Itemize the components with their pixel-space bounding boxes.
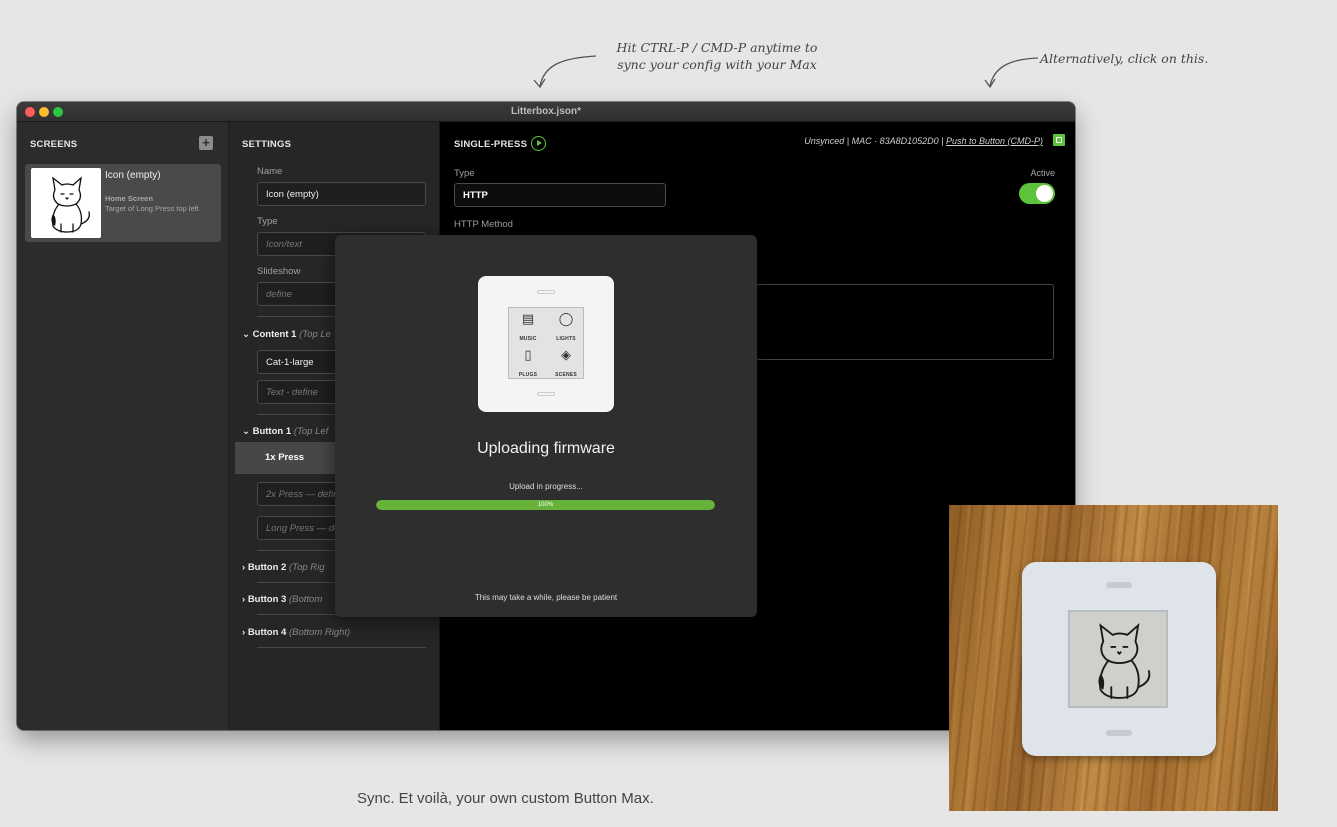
lights-tile: ◯ LIGHTS (547, 308, 585, 344)
hotkey-annotation-line2: sync your config with your Max (617, 56, 817, 72)
lights-tile-label: LIGHTS (556, 336, 576, 342)
button-2-label: Button 2 (247, 562, 287, 573)
slideshow-label: Slideshow (257, 266, 301, 277)
title-bar: Litterbox.json* (17, 102, 1075, 122)
plus-icon: + (202, 135, 210, 150)
chevron-down-icon: ⌄ (242, 329, 250, 340)
device-illustration: ▤ MUSIC ◯ LIGHTS ▯ PLUGS ◈ SCENES (478, 276, 614, 412)
caption: Sync. Et voilà, your own custom Button M… (357, 790, 654, 807)
settings-header: SETTINGS (242, 139, 292, 150)
screen-detail: Target of Long Press top left (105, 204, 199, 213)
action-type-field[interactable]: HTTP (454, 183, 666, 207)
device-slot (1106, 730, 1132, 736)
device-slot (537, 392, 555, 396)
action-type-label: Type (454, 168, 475, 179)
music-tile-label: MUSIC (519, 336, 537, 342)
add-screen-button[interactable]: + (199, 136, 213, 150)
button-2-group[interactable]: › Button 2 (Top Rig (242, 562, 325, 573)
hotkey-annotation-line1: Hit CTRL-P / CMD-P anytime to (616, 40, 818, 55)
play-icon[interactable] (531, 136, 546, 151)
device-slot (1106, 582, 1132, 588)
button-4-group[interactable]: › Button 4 (Bottom Right) (242, 627, 350, 638)
annotation-arrow-icon (533, 55, 597, 89)
upload-progress-fill: 100% (376, 500, 715, 510)
screens-panel: SCREENS + Icon (empty) Home Screen Targe… (17, 122, 229, 730)
screens-header: SCREENS (30, 139, 78, 150)
chevron-right-icon: › (242, 594, 246, 605)
button-max-device (1022, 562, 1216, 756)
dialog-title: Uploading firmware (477, 440, 615, 457)
device-slot (537, 290, 555, 294)
button-3-group[interactable]: › Button 3 (Bottom (242, 594, 322, 605)
screen-subtitle: Home Screen (105, 194, 153, 203)
button-3-hint: (Bottom (288, 594, 323, 605)
plug-icon: ▯ (524, 347, 532, 362)
sync-icon[interactable] (1053, 134, 1065, 146)
button-4-hint: (Bottom Right) (288, 627, 351, 638)
action-header: SINGLE-PRESS (454, 139, 528, 150)
chevron-right-icon: › (242, 627, 246, 638)
content-1-hint: (Top Le (299, 329, 331, 340)
sync-status: Unsynced | MAC · 83A8D1052D0 | Push to B… (804, 136, 1043, 146)
button-1-label: Button 1 (252, 426, 292, 437)
screen-name: Icon (empty) (105, 170, 161, 181)
active-label: Active (1030, 168, 1055, 178)
cat-drawing-icon (1098, 622, 1151, 699)
music-tile: ▤ MUSIC (509, 308, 547, 344)
device-photo (949, 505, 1278, 811)
device-screen: ▤ MUSIC ◯ LIGHTS ▯ PLUGS ◈ SCENES (508, 307, 584, 379)
name-field[interactable]: Icon (empty) (257, 182, 426, 206)
plugs-tile: ▯ PLUGS (509, 344, 547, 380)
scenes-tile-label: SCENES (555, 372, 577, 378)
type-label: Type (257, 216, 278, 227)
hotkey-annotation: Hit CTRL-P / CMD-P anytime to sync your … (597, 40, 837, 74)
plugs-tile-label: PLUGS (518, 372, 538, 378)
request-body-field[interactable] (756, 284, 1054, 360)
button-1-group[interactable]: ⌄ Button 1 (Top Lef (242, 426, 328, 437)
content-1-group[interactable]: ⌄ Content 1 (Top Le (242, 329, 331, 340)
cat-drawing-icon (51, 176, 90, 233)
chevron-down-icon: ⌄ (242, 426, 250, 437)
button-4-label: Button 4 (247, 627, 287, 638)
screen-thumbnail (31, 168, 101, 238)
sync-status-text: Unsynced | MAC · 83A8D1052D0 | (804, 136, 946, 146)
scenes-icon: ◈ (561, 347, 571, 362)
firmware-upload-dialog: ▤ MUSIC ◯ LIGHTS ▯ PLUGS ◈ SCENES Upload… (335, 235, 757, 617)
window-title: Litterbox.json* (510, 106, 581, 117)
music-icon: ▤ (521, 311, 535, 326)
bulb-icon: ◯ (558, 311, 574, 326)
chevron-right-icon: › (242, 562, 246, 573)
button-3-label: Button 3 (247, 594, 287, 605)
patience-note: This may take a while, please be patient (474, 593, 618, 602)
content-1-label: Content 1 (252, 329, 297, 340)
active-toggle[interactable] (1019, 183, 1055, 204)
name-label: Name (257, 166, 283, 177)
scenes-tile: ◈ SCENES (547, 344, 585, 380)
http-method-label: HTTP Method (454, 219, 513, 230)
divider (257, 647, 426, 648)
click-annotation: Alternatively, click on this. (1040, 51, 1209, 66)
upload-status: Upload in progress... (509, 482, 583, 491)
upload-progress-bar: 100% (376, 500, 715, 510)
button-1-hint: (Top Lef (293, 426, 329, 437)
button-2-hint: (Top Rig (288, 562, 325, 573)
annotation-arrow-icon (984, 57, 1039, 89)
screen-list-item[interactable]: Icon (empty) Home Screen Target of Long … (25, 164, 221, 242)
eink-screen (1068, 610, 1168, 708)
push-to-button-link[interactable]: Push to Button (CMD-P) (946, 136, 1043, 146)
